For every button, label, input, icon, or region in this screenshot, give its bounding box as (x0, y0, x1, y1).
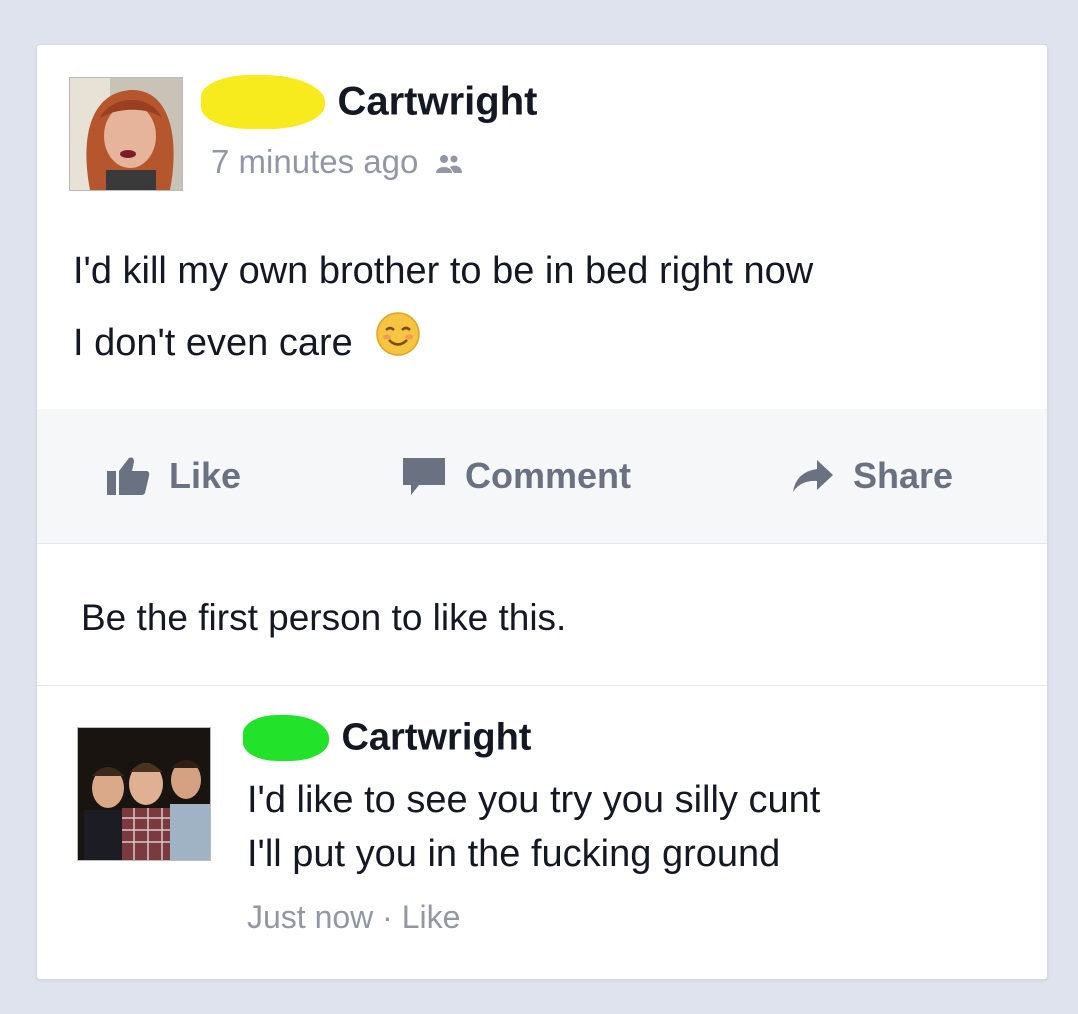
comment-timestamp[interactable]: Just now (247, 899, 373, 935)
commenter-avatar[interactable] (77, 727, 211, 861)
likes-summary[interactable]: Be the first person to like this. (81, 597, 566, 639)
share-button[interactable]: Share (791, 409, 953, 543)
post-text-line-1: I'd kill my own brother to be in bed rig… (73, 250, 814, 292)
post-body: I'd kill my own brother to be in bed rig… (73, 235, 1023, 381)
post-author-surname[interactable]: Cartwright (337, 80, 537, 124)
post-text-line-2-row: I don't even care (73, 307, 1023, 381)
share-arrow-icon (791, 456, 835, 496)
commenter-surname[interactable]: Cartwright (341, 717, 531, 759)
divider (37, 685, 1047, 686)
comment-text-line-2: I'll put you in the fucking ground (247, 833, 781, 875)
comment-text-line-1: I'd like to see you try you silly cunt (247, 779, 821, 821)
redacted-first-name (201, 75, 325, 129)
post-author-name-row[interactable]: Cartwright (201, 75, 537, 129)
thumbs-up-icon (105, 455, 151, 497)
comment-meta: Just now · Like (247, 899, 460, 936)
post-meta: 7 minutes ago (211, 143, 463, 183)
meta-separator: · (382, 899, 393, 935)
like-button[interactable]: Like (105, 409, 241, 543)
comment-label: Comment (465, 455, 632, 496)
post-author-avatar[interactable] (69, 77, 183, 191)
comment-like-link[interactable]: Like (402, 899, 461, 935)
comment-bubble-icon (401, 455, 447, 497)
post-timestamp[interactable]: 7 minutes ago (211, 143, 418, 180)
share-label: Share (853, 455, 954, 496)
post-card: Cartwright 7 minutes ago I'd kill my own… (36, 44, 1048, 980)
redacted-first-name (243, 715, 329, 761)
comment-body: I'd like to see you try you silly cunt I… (247, 773, 1007, 881)
friends-icon (435, 145, 463, 183)
divider (37, 543, 1047, 544)
comment-button[interactable]: Comment (401, 409, 631, 543)
smiling-face-emoji-icon (375, 309, 421, 381)
post-action-bar: Like Comment Share (37, 409, 1047, 543)
commenter-name-row[interactable]: Cartwright (243, 715, 531, 761)
post-text-line-2: I don't even care (73, 322, 353, 364)
like-label: Like (169, 455, 242, 496)
